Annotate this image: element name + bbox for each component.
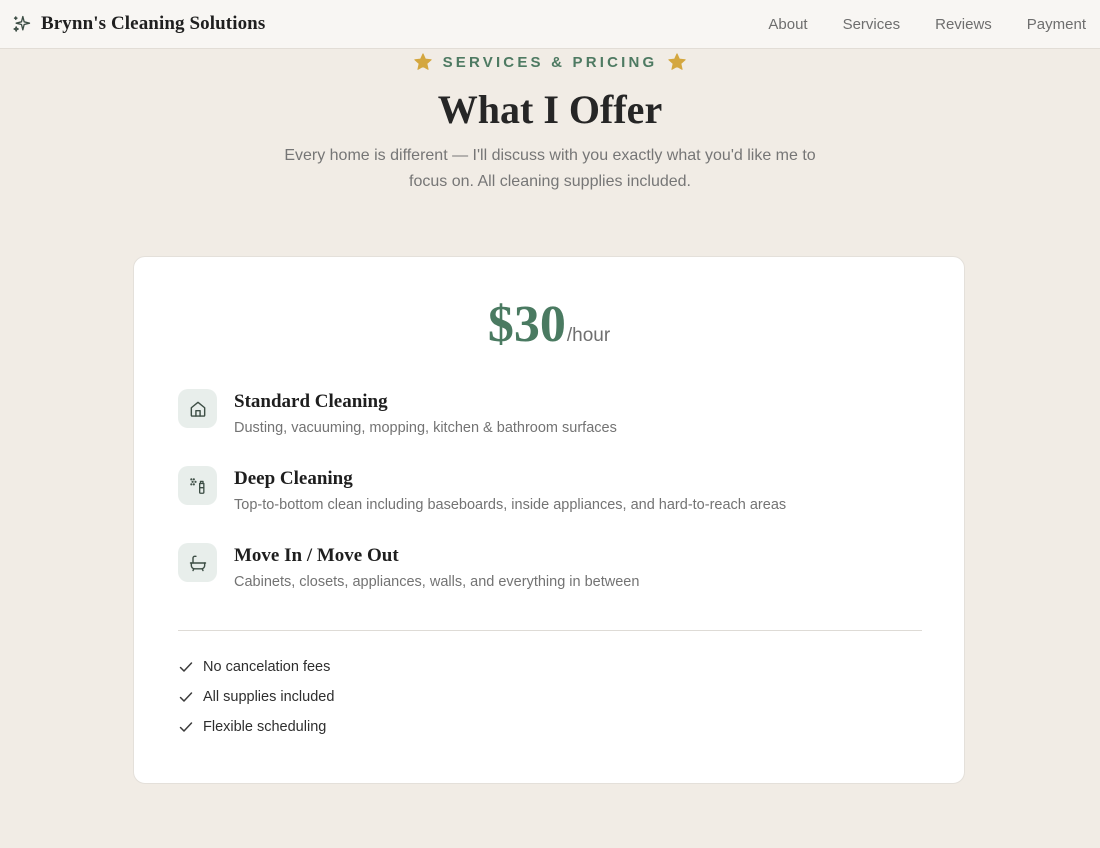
pricing-card: $30 /hour Standard Cleaning Dusting, vac… <box>133 256 965 784</box>
section-subtitle: Every home is different — I'll discuss w… <box>284 147 816 190</box>
brand-name: Brynn's Cleaning Solutions <box>41 13 266 34</box>
service-item: Standard Cleaning Dusting, vacuuming, mo… <box>178 389 918 437</box>
check-icon <box>179 692 193 702</box>
service-title: Standard Cleaning <box>234 391 388 412</box>
nav-links: About Services Reviews Payment <box>733 16 1086 33</box>
price: $30 /hour <box>134 299 964 351</box>
perk-item: All supplies included <box>178 689 334 705</box>
section-eyebrow: SERVICES & PRICING <box>0 52 1100 72</box>
service-text: Deep Cleaning Top-to-bottom clean includ… <box>234 468 786 514</box>
check-icon <box>179 662 193 672</box>
check-icon <box>179 722 193 732</box>
section-title: What I Offer <box>437 87 663 132</box>
perk-label: All supplies included <box>203 689 335 705</box>
perk-item: No cancelation fees <box>178 659 330 675</box>
service-icon-tile <box>178 466 217 505</box>
nav-link-reviews[interactable]: Reviews <box>935 16 992 33</box>
service-title: Deep Cleaning <box>234 468 353 489</box>
card-divider <box>178 630 922 631</box>
price-amount: $30 <box>487 296 566 353</box>
nav-link-about[interactable]: About <box>768 16 807 33</box>
star-icon <box>668 53 687 70</box>
nav-link-payment[interactable]: Payment <box>1027 16 1086 33</box>
perk-item: Flexible scheduling <box>178 719 326 735</box>
top-navbar: Brynn's Cleaning Solutions About Service… <box>0 0 1100 49</box>
service-icon-tile <box>178 389 217 428</box>
service-description: Dusting, vacuuming, mopping, kitchen & b… <box>234 420 617 436</box>
spray-bottle-icon <box>189 477 204 494</box>
bathtub-icon <box>189 555 206 571</box>
service-description: Cabinets, closets, appliances, walls, an… <box>234 574 640 590</box>
nav-link-services[interactable]: Services <box>843 16 901 33</box>
perk-label: No cancelation fees <box>203 659 331 675</box>
service-text: Standard Cleaning Dusting, vacuuming, mo… <box>234 391 617 437</box>
service-icon-tile <box>178 543 217 582</box>
house-icon <box>190 401 205 417</box>
eyebrow-label: SERVICES & PRICING <box>442 53 658 71</box>
service-item: Deep Cleaning Top-to-bottom clean includ… <box>178 466 918 514</box>
service-title: Move In / Move Out <box>234 545 399 566</box>
price-unit: /hour <box>566 325 611 346</box>
star-icon <box>413 53 432 70</box>
service-item: Move In / Move Out Cabinets, closets, ap… <box>178 543 918 591</box>
sparkle-icon <box>13 15 31 32</box>
service-description: Top-to-bottom clean including baseboards… <box>234 497 787 513</box>
service-text: Move In / Move Out Cabinets, closets, ap… <box>234 545 639 591</box>
brand-logo-link[interactable]: Brynn's Cleaning Solutions <box>12 13 265 35</box>
perk-label: Flexible scheduling <box>203 719 327 735</box>
